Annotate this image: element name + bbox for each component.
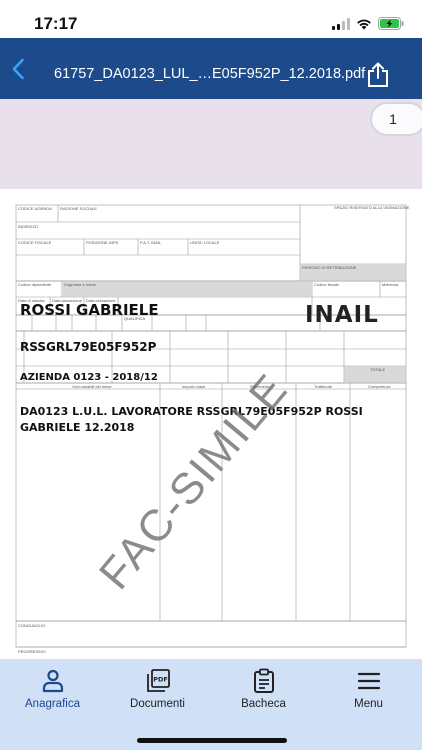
person-icon	[42, 669, 63, 693]
pdf-page: CODICE AZIENDA RAGIONE SOCIALE SPAZIO RI…	[0, 189, 422, 659]
label-progressivi: PROGRESSIVI	[18, 649, 46, 654]
inail-logo: INAIL	[305, 302, 379, 328]
document-description-line-2: GABRIELE 12.2018	[20, 421, 135, 434]
home-indicator[interactable]	[137, 738, 287, 743]
company-period: AZIENDA 0123 - 2018/12	[20, 372, 158, 383]
label-indirizzo: INDIRIZZO	[18, 224, 38, 229]
label-unita-locale: UNITA' LOCALE	[190, 240, 220, 245]
tab-bacheca[interactable]: Bacheca	[211, 659, 316, 719]
app-root: 17:17 61757_DA0123_LUL_…E05F952P_12.2018…	[0, 0, 422, 750]
label-voci-variabili: Voci variabili del mese	[72, 384, 112, 389]
label-spazio-riservato: SPAZIO RISERVATO ALLA VIDIMAZIONE	[334, 205, 410, 210]
status-bar: 17:17	[0, 0, 422, 38]
tab-menu-label: Menu	[354, 698, 383, 710]
back-button[interactable]	[6, 56, 30, 82]
label-codice-fiscale-dipendente: Codice fiscale	[314, 282, 339, 287]
label-codice-azienda: CODICE AZIENDA	[18, 206, 52, 211]
battery-charging-icon	[378, 17, 404, 30]
label-pat-inail: P.A.T. INAIL	[140, 240, 162, 245]
page-indicator: 1	[370, 102, 422, 136]
label-periodo-retribuzione: PERIODO DI RETRIBUZIONE	[302, 265, 357, 270]
cellular-signal-icon	[332, 17, 350, 30]
navigation-bar: 61757_DA0123_LUL_…E05F952P_12.2018.pdf	[0, 38, 422, 99]
wifi-icon	[357, 19, 371, 29]
svg-text:PDF: PDF	[153, 676, 168, 684]
share-button[interactable]	[366, 62, 390, 88]
label-importo-base: Importo base	[182, 384, 206, 389]
tab-menu[interactable]: Menu	[316, 659, 421, 719]
tab-anagrafica-label: Anagrafica	[25, 698, 80, 710]
pdf-viewer[interactable]: 1 CODICE AZIENDA RAGIONE SOCIALE SPAZIO …	[0, 99, 422, 659]
tab-documenti[interactable]: PDF Documenti	[105, 659, 210, 719]
label-competenze: Competenze	[368, 384, 391, 389]
document-description-line-1: DA0123 L.U.L. LAVORATORE RSSGRL79E05F952…	[20, 405, 363, 418]
hamburger-menu-icon	[357, 672, 380, 690]
tab-documenti-label: Documenti	[130, 698, 185, 710]
label-totale: TOTALE	[370, 367, 386, 372]
share-icon	[368, 62, 388, 87]
label-posizione-inps: POSIZIONE INPS	[86, 240, 119, 245]
clipboard-icon	[253, 668, 274, 693]
document-title: 61757_DA0123_LUL_…E05F952P_12.2018.pdf	[54, 66, 366, 82]
label-codice-dipendente: Codice dipendente	[18, 282, 52, 287]
employee-fiscal-code: RSSGRL79E05F952P	[20, 340, 157, 354]
pdf-document-icon: PDF	[146, 669, 170, 692]
tab-anagrafica[interactable]: Anagrafica	[0, 659, 105, 719]
label-trattenute: Trattenute	[314, 384, 333, 389]
label-matricola: Matricola	[382, 282, 399, 287]
employee-name: ROSSI GABRIELE	[20, 301, 159, 319]
status-time: 17:17	[34, 14, 78, 33]
chevron-left-icon	[12, 58, 24, 80]
tab-bacheca-label: Bacheca	[241, 698, 286, 710]
tab-bar: Anagrafica PDF Documenti Bacheca Menu	[0, 659, 422, 750]
status-icons	[332, 17, 404, 30]
label-conguaglio: CONGUAGLIO	[18, 623, 46, 628]
label-cognome-nome: Cognome e nome	[64, 282, 96, 287]
label-ragione-sociale: RAGIONE SOCIALE	[60, 206, 97, 211]
label-codice-fiscale: CODICE FISCALE	[18, 240, 52, 245]
